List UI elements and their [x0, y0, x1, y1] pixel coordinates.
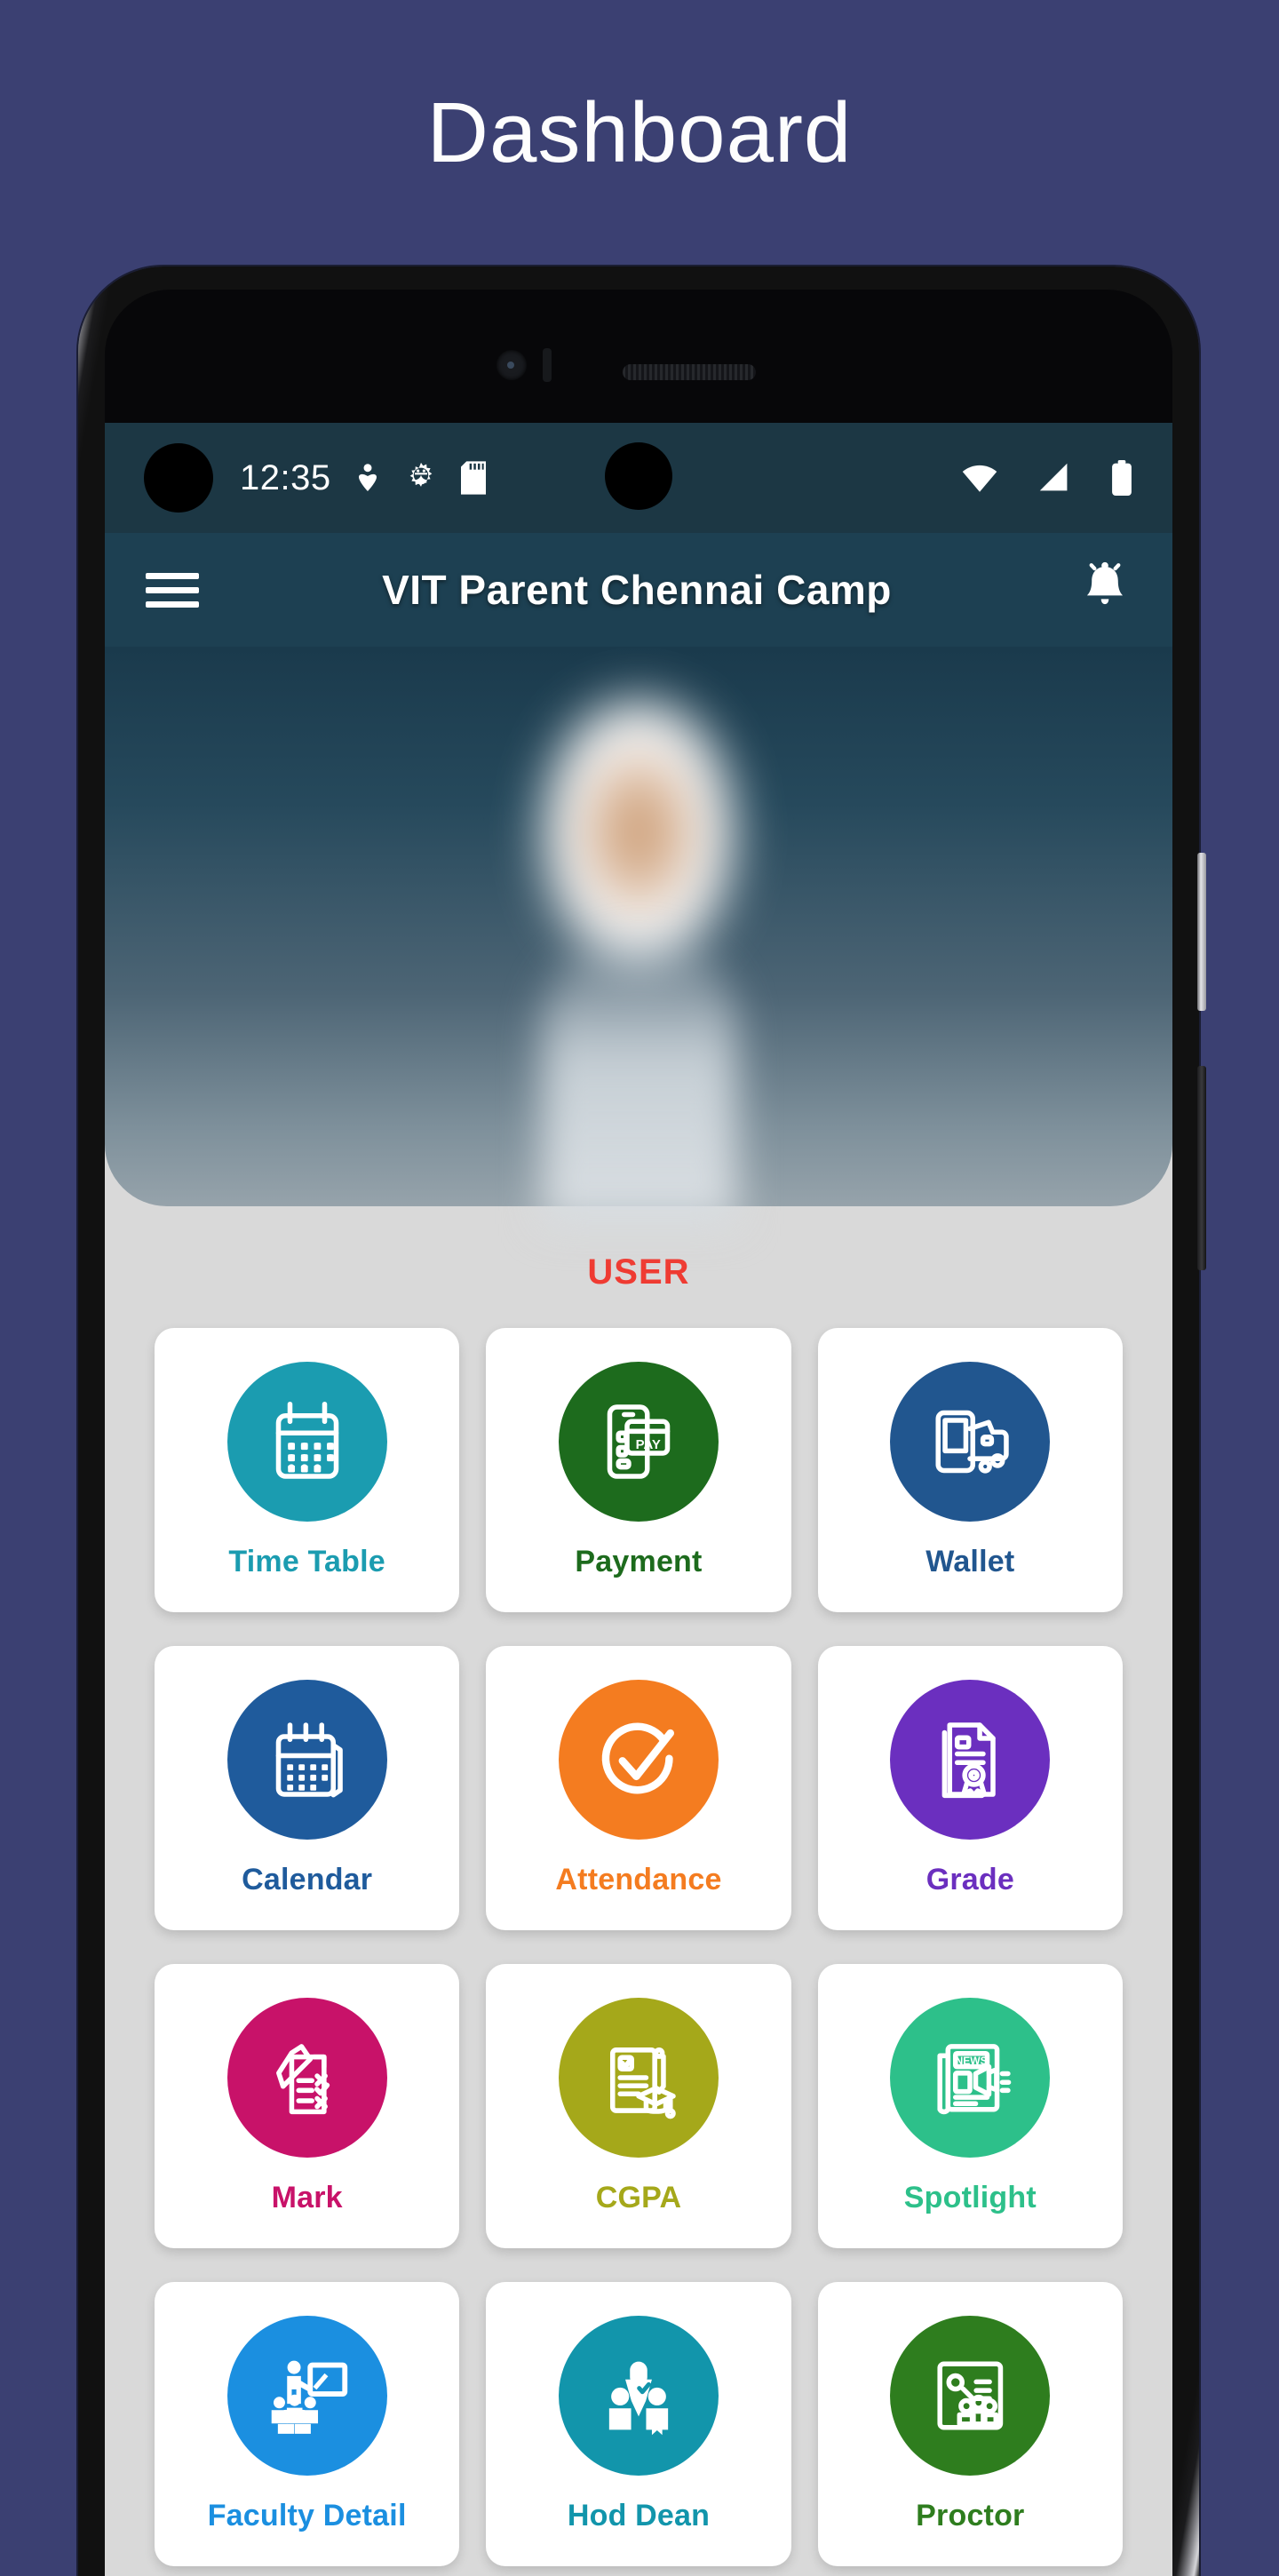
dashboard-tile[interactable]: Calendar: [155, 1646, 460, 1930]
desk-calendar-icon: [226, 1679, 387, 1840]
dashboard-tile-label: Grade: [925, 1862, 1014, 1896]
answer-sheet-icon: [226, 1997, 387, 2158]
dashboard-tile[interactable]: Hod Dean: [486, 2282, 791, 2566]
camera-punch-hole-center: [605, 442, 672, 510]
svg-text:NEWS: NEWS: [956, 2055, 988, 2067]
profile-header: [105, 647, 1172, 1224]
bell-icon[interactable]: [1075, 561, 1132, 620]
dashboard-tile-label: CGPA: [595, 2180, 682, 2214]
people-badge-icon: [558, 2315, 719, 2476]
svg-text:PAY: PAY: [636, 1436, 661, 1451]
dashboard-tile-label: Time Table: [228, 1544, 385, 1578]
cellular-signal-icon: [1037, 462, 1071, 494]
dashboard-tile-grid: Time Table PAY Payment Wallet Calendar At…: [105, 1328, 1172, 2576]
dashboard-tile-label: Calendar: [242, 1862, 373, 1896]
phone-wallet-icon: [890, 1361, 1051, 1522]
mobile-pay-icon: PAY: [558, 1361, 719, 1522]
power-button[interactable]: [1197, 853, 1206, 1011]
dashboard-tile-label: Wallet: [925, 1544, 1015, 1578]
calendar-grid-icon: [226, 1361, 387, 1522]
front-camera-icon: [497, 350, 527, 380]
battery-icon: [1110, 460, 1133, 496]
earpiece-speaker: [623, 364, 756, 380]
status-bar: 12:35: [105, 423, 1172, 533]
news-megaphone-icon: NEWS: [890, 1997, 1051, 2158]
dashboard-tile[interactable]: Attendance: [486, 1646, 791, 1930]
dashboard-tile[interactable]: Mark: [155, 1964, 460, 2248]
dashboard-tile-label: Hod Dean: [567, 2498, 711, 2532]
proximity-sensor-icon: [543, 348, 552, 382]
dashboard-tile-label: Spotlight: [903, 2180, 1037, 2214]
check-circle-icon: [558, 1679, 719, 1840]
dashboard-tile-label: Proctor: [916, 2498, 1025, 2532]
app-title: VIT Parent Chennai Camp: [382, 567, 892, 613]
certificate-icon: [890, 1679, 1051, 1840]
dashboard-tile-label: Payment: [575, 1544, 703, 1578]
phone-frame: 12:35 VIT Parent Chennai Camp USER Time …: [78, 266, 1206, 2576]
bug-icon: [404, 461, 438, 495]
sd-card-icon: [460, 461, 486, 495]
dashboard-tile[interactable]: Wallet: [817, 1328, 1123, 1612]
camera-punch-hole: [144, 443, 213, 513]
dashboard-tile[interactable]: Time Table: [155, 1328, 460, 1612]
dashboard-tile[interactable]: PAY Payment: [486, 1328, 791, 1612]
user-name-label: USER: [587, 1252, 690, 1292]
status-time: 12:35: [240, 457, 331, 497]
app-bar: VIT Parent Chennai Camp: [105, 533, 1172, 647]
teacher-class-icon: [226, 2315, 387, 2476]
dashboard-tile-label: Attendance: [555, 1862, 722, 1896]
dashboard-tile-label: Faculty Detail: [207, 2498, 407, 2532]
location-icon: [354, 462, 381, 494]
phone-screen: 12:35 VIT Parent Chennai Camp USER Time …: [105, 423, 1172, 2576]
avatar[interactable]: [483, 664, 794, 1224]
hamburger-menu-icon[interactable]: [146, 565, 199, 616]
dashboard-tile[interactable]: NEWS Spotlight: [817, 1964, 1123, 2248]
page-title: Dashboard: [426, 85, 853, 180]
dashboard-tile[interactable]: Proctor: [817, 2282, 1123, 2566]
proctor-board-icon: [890, 2315, 1051, 2476]
dashboard-tile[interactable]: Grade: [817, 1646, 1123, 1930]
report-card-icon: [558, 1997, 719, 2158]
dashboard-tile-label: Mark: [271, 2180, 343, 2214]
wifi-icon: [961, 462, 998, 494]
avatar-body: [542, 931, 737, 1224]
volume-button[interactable]: [1197, 1066, 1206, 1270]
dashboard-tile[interactable]: Faculty Detail: [155, 2282, 460, 2566]
dashboard-tile[interactable]: CGPA: [486, 1964, 791, 2248]
phone-bezel: 12:35 VIT Parent Chennai Camp USER Time …: [105, 290, 1172, 2576]
